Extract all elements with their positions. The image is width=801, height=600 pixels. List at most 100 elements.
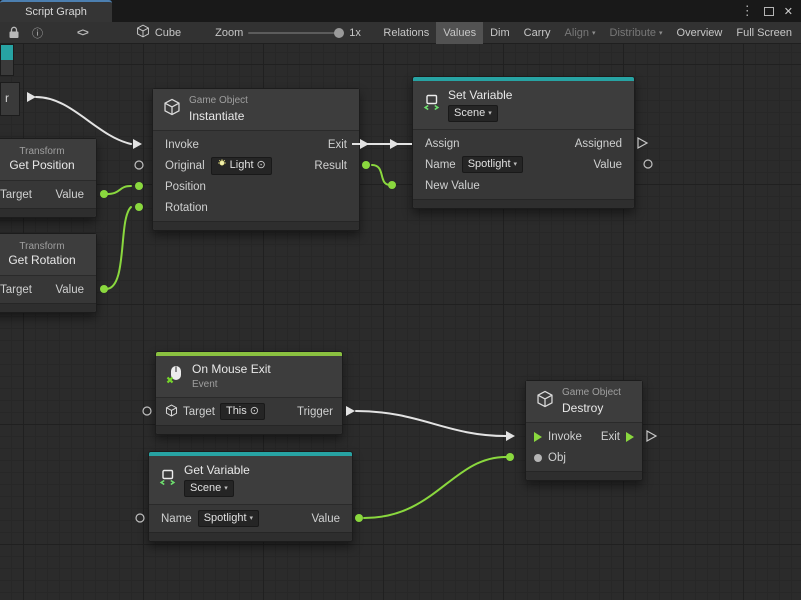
chevron-down-icon: ▾ [250, 512, 254, 525]
light-icon [217, 159, 227, 173]
node-on-mouse-exit[interactable]: On Mouse Exit Event Target This ⊙ Trigge… [155, 351, 343, 435]
port-value-label: Value [55, 284, 84, 296]
port-value-label: Value [311, 513, 340, 525]
object-picker-icon[interactable]: ⊙ [257, 159, 266, 172]
game-object-icon [536, 390, 554, 413]
menu-dots-icon[interactable]: ⋮ [741, 0, 754, 22]
port-row: New Value [413, 175, 634, 196]
overview-button[interactable]: Overview [670, 22, 730, 44]
zoom-value: 1x [349, 27, 361, 39]
port-value-out[interactable] [355, 514, 363, 522]
zoom-slider[interactable] [248, 32, 344, 34]
port-value-out[interactable] [100, 190, 108, 198]
port-result-out[interactable] [362, 161, 370, 169]
port-row: Name Spotlight ▾ Value [413, 154, 634, 175]
data-port-icon[interactable] [534, 454, 542, 462]
node-title: On Mouse Exit [192, 362, 271, 377]
port-exit-out[interactable] [360, 139, 369, 149]
node-set-variable[interactable]: Set Variable Scene ▾ Assign Assigned Nam… [412, 76, 635, 209]
port-position-in[interactable] [135, 182, 143, 190]
port-row: Original Light ⊙ Result [153, 155, 359, 176]
graph-canvas[interactable]: r Transform Get Position Target Value Tr… [0, 44, 801, 600]
tab-label: Script Graph [25, 6, 87, 18]
chevron-down-icon: ▾ [514, 158, 518, 171]
port-name-label: Name [425, 159, 456, 171]
align-button[interactable]: Align▾ [558, 22, 603, 44]
fullscreen-button[interactable]: Full Screen [729, 22, 799, 44]
port-name-in[interactable] [136, 514, 144, 522]
node-title: Get Variable [184, 463, 250, 478]
port-invoke-label: Invoke [548, 431, 582, 443]
info-icon[interactable]: ⓘ [26, 22, 49, 44]
node-get-variable[interactable]: Get Variable Scene ▾ Name Spotlight ▾ Va… [148, 451, 353, 542]
node-get-rotation[interactable]: Transform Get Rotation Target Value [0, 233, 97, 313]
port-trigger-label: Trigger [297, 406, 333, 418]
carry-button[interactable]: Carry [517, 22, 558, 44]
object-field-this[interactable]: This ⊙ [220, 403, 265, 420]
zoom-control: Zoom 1x [215, 27, 361, 39]
node-title: Instantiate [189, 109, 244, 124]
lock-icon[interactable] [2, 22, 26, 44]
tab-script-graph[interactable]: Script Graph [0, 0, 112, 22]
port-original-in[interactable] [135, 161, 143, 169]
port-row: Assign Assigned [413, 133, 634, 154]
maximize-icon[interactable] [764, 7, 774, 16]
variable-scope-dropdown[interactable]: Scene ▾ [448, 105, 498, 122]
relations-button[interactable]: Relations [376, 22, 436, 44]
zoom-slider-knob[interactable] [334, 28, 344, 38]
node-instantiate[interactable]: Game Object Instantiate Invoke Exit Orig… [152, 88, 360, 231]
node-destroy[interactable]: Game Object Destroy Invoke Exit Obj [525, 380, 643, 481]
distribute-button[interactable]: Distribute▾ [603, 22, 670, 44]
wire-data [106, 186, 131, 194]
wire-control [36, 97, 131, 144]
node-category: Game Object [189, 95, 248, 107]
port-row: Obj [526, 447, 642, 468]
port-assign-label: Assign [425, 138, 460, 150]
port-target-in[interactable] [143, 407, 151, 415]
port-row: Invoke Exit [526, 426, 642, 447]
port-assign-in[interactable] [390, 139, 399, 149]
dim-button[interactable]: Dim [483, 22, 517, 44]
port-assigned-label: Assigned [575, 138, 622, 150]
code-icon[interactable]: <> [71, 22, 94, 44]
port-trigger-out[interactable] [346, 406, 355, 416]
graph-target[interactable]: Cube [136, 24, 181, 41]
port-flow-out[interactable] [27, 92, 36, 102]
port-value-out[interactable] [644, 160, 652, 168]
node-title: Destroy [562, 401, 603, 416]
port-row: Target Value [0, 184, 96, 205]
port-row: Target Value [0, 279, 96, 300]
chevron-down-icon: ▾ [488, 107, 492, 120]
node-get-position[interactable]: Transform Get Position Target Value [0, 138, 97, 218]
clipped-node-fragment[interactable]: r [0, 82, 20, 116]
port-exit-out[interactable] [647, 431, 656, 441]
port-new-value-in[interactable] [388, 181, 396, 189]
port-rotation-in[interactable] [135, 203, 143, 211]
port-invoke-in[interactable] [133, 139, 142, 149]
port-value-out[interactable] [100, 285, 108, 293]
object-field-light[interactable]: Light ⊙ [211, 157, 272, 175]
port-name-label: Name [161, 513, 192, 525]
port-row: Invoke Exit [153, 134, 359, 155]
close-icon[interactable]: ✕ [784, 5, 793, 18]
chevron-down-icon: ▾ [592, 29, 596, 37]
clipped-node-fragment[interactable] [0, 44, 14, 76]
port-target-label: Target [183, 406, 215, 418]
graph-toolbar: ⓘ <> Cube Zoom 1x Relations Values Dim C… [0, 22, 801, 44]
port-assigned-out[interactable] [638, 138, 647, 148]
variable-scope-dropdown[interactable]: Scene ▾ [184, 480, 234, 497]
flow-out-icon[interactable] [626, 432, 634, 442]
node-category: Game Object [562, 387, 621, 399]
variable-name-dropdown[interactable]: Spotlight ▾ [198, 510, 259, 527]
port-invoke-in[interactable] [506, 431, 515, 441]
zoom-label: Zoom [215, 27, 243, 39]
port-obj-in[interactable] [506, 453, 514, 461]
flow-in-icon[interactable] [534, 432, 542, 442]
values-button[interactable]: Values [436, 22, 483, 44]
port-row: Position [153, 176, 359, 197]
game-object-icon [165, 404, 178, 420]
port-new-value-label: New Value [425, 180, 480, 192]
node-subtitle: Event [192, 379, 218, 391]
object-picker-icon[interactable]: ⊙ [250, 405, 259, 418]
variable-name-dropdown[interactable]: Spotlight ▾ [462, 156, 523, 173]
